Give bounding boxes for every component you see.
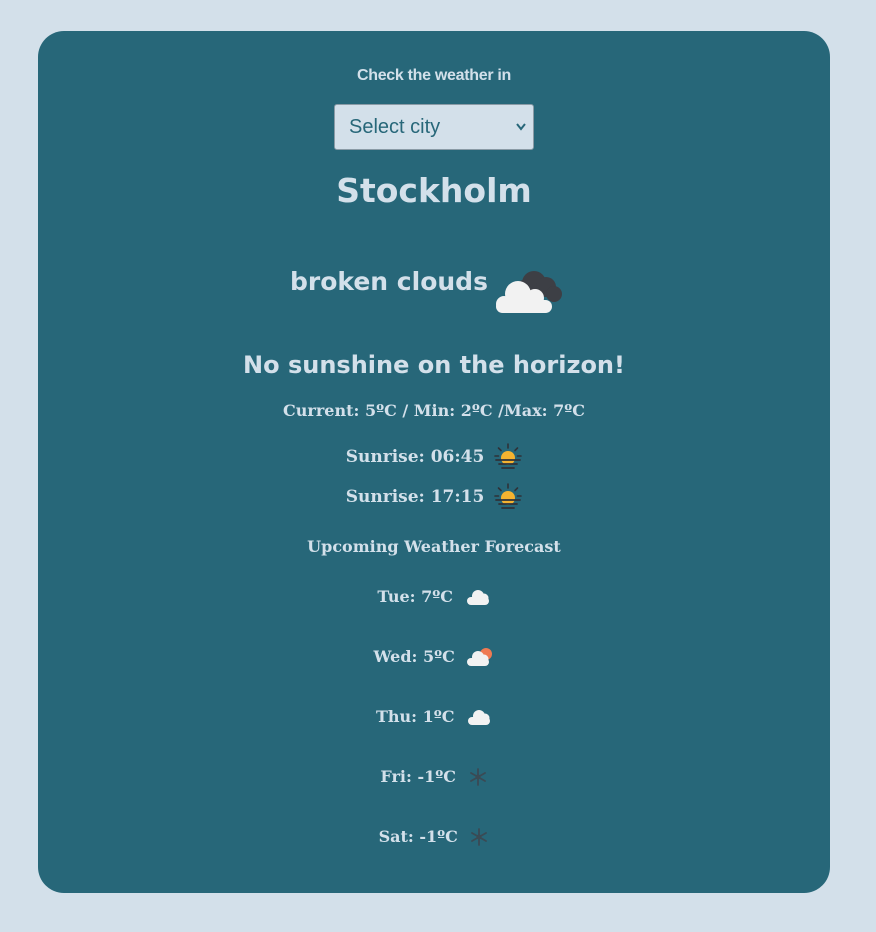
forecast-label: Wed: 5ºC <box>373 647 455 666</box>
city-select-value: Select city <box>349 116 441 138</box>
sunset-time: Sunrise: 17:15 <box>345 487 485 507</box>
sunrise-icon <box>494 443 523 469</box>
weather-description: broken clouds <box>290 267 488 296</box>
forecast-label: Tue: 7ºC <box>377 587 453 606</box>
current-condition: broken clouds <box>38 265 830 325</box>
forecast-row: Wed: 5ºC <box>38 646 830 667</box>
city-select[interactable]: Select city <box>334 104 534 150</box>
city-title: Stockholm <box>336 171 532 210</box>
sunrise-icon <box>494 483 523 509</box>
cloud-icon <box>468 709 491 725</box>
forecast-row: Fri: -1ºC <box>38 766 830 787</box>
sunrise-row: Sunrise: 06:45 <box>38 443 830 471</box>
forecast-row: Sat: -1ºC <box>38 826 830 847</box>
forecast-label: Thu: 1ºC <box>375 707 455 726</box>
snowflake-icon <box>471 827 488 846</box>
sunrise-time: Sunrise: 06:45 <box>345 447 485 467</box>
broken-clouds-icon <box>496 271 562 313</box>
forecast-row: Thu: 1ºC <box>38 706 830 726</box>
chevron-down-icon <box>516 105 526 167</box>
prompt-label: Check the weather in <box>356 67 512 84</box>
weather-card: Check the weather in Select city Stockho… <box>38 31 830 893</box>
cloud-icon <box>466 589 489 605</box>
temperature-summary: Current: 5ºC / Min: 2ºC /Max: 7ºC <box>283 401 585 420</box>
forecast-row: Tue: 7ºC <box>38 586 830 606</box>
snowflake-icon <box>469 767 486 786</box>
forecast-label: Fri: -1ºC <box>380 767 456 786</box>
sunset-row: Sunrise: 17:15 <box>38 483 830 511</box>
cloud-sun-icon <box>467 647 493 666</box>
forecast-title: Upcoming Weather Forecast <box>307 537 561 556</box>
weather-slogan: No sunshine on the horizon! <box>243 351 625 379</box>
forecast-label: Sat: -1ºC <box>378 827 458 846</box>
